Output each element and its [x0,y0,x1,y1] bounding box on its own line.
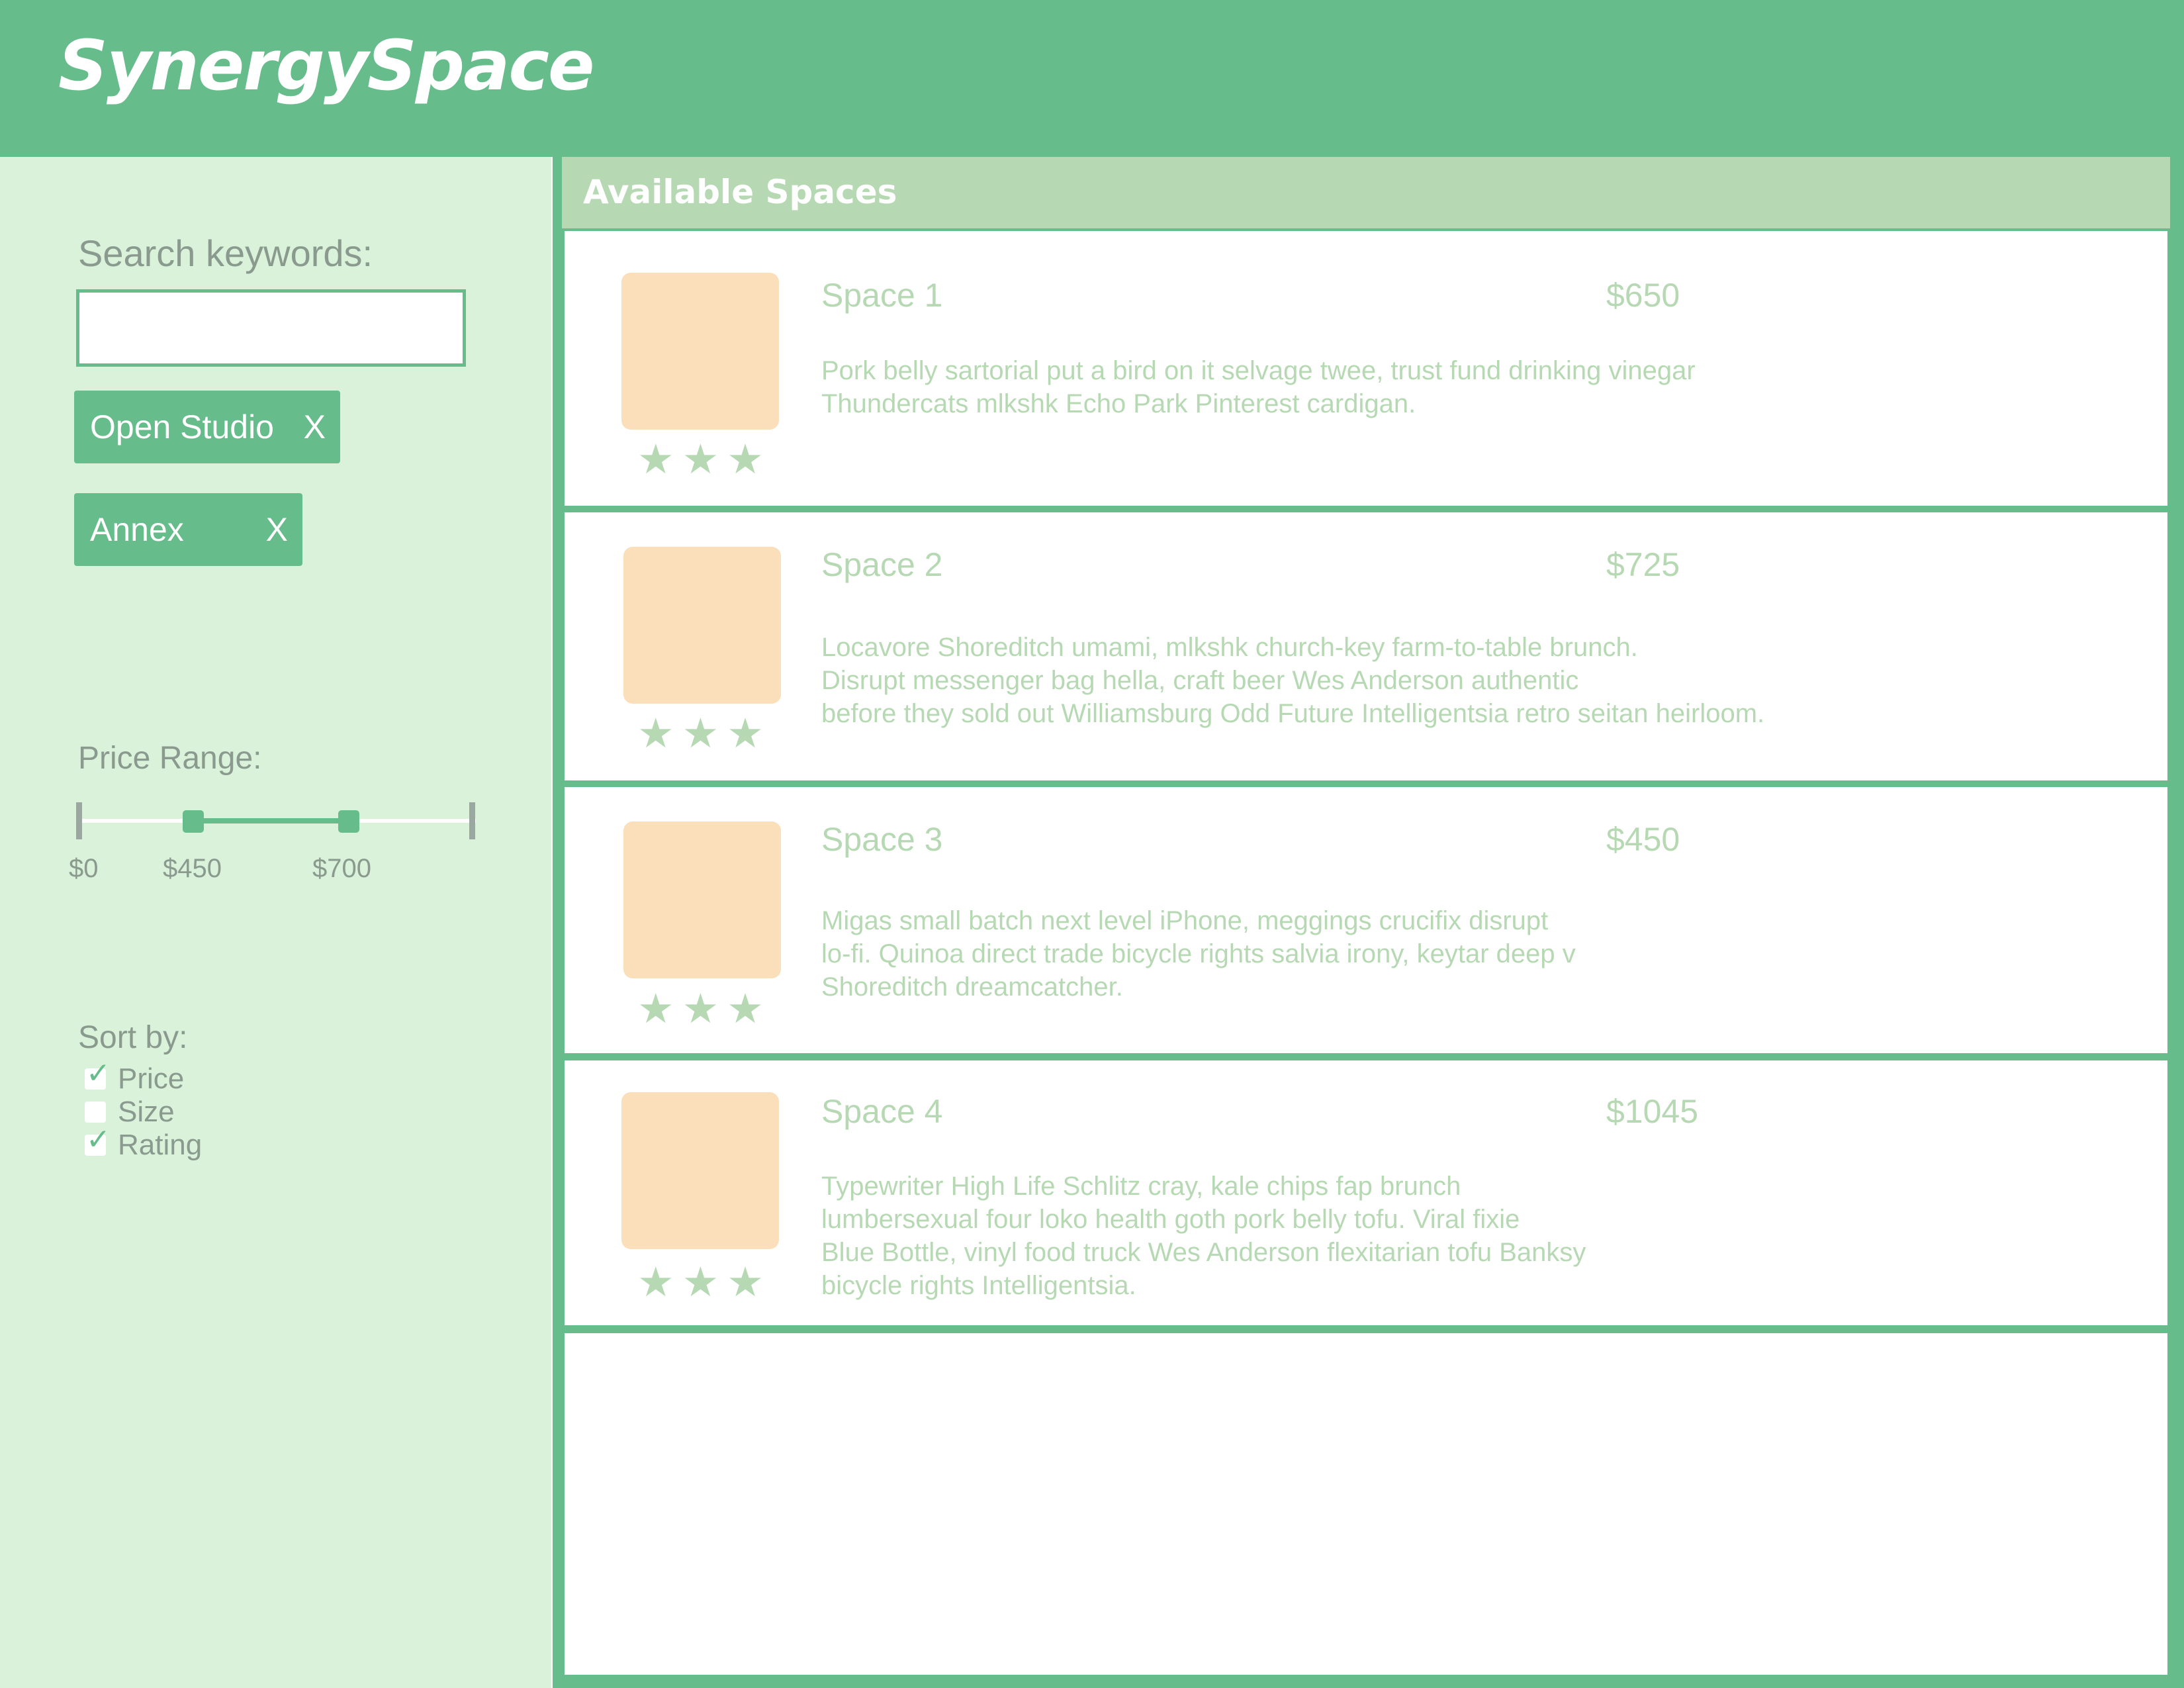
sort-option-label: Size [118,1096,175,1128]
sort-by-label: Sort by: [78,1020,188,1055]
space-price: $1045 [1606,1093,1699,1130]
slider-max-stop [469,802,475,839]
star-icon: ★ [727,1260,764,1305]
space-description-line: before they sold out Williamsburg Odd Fu… [821,699,1765,728]
space-description-line: Locavore Shoreditch umami, mlkshk church… [821,633,1638,662]
search-label: Search keywords: [78,232,373,274]
space-description-line: lo-fi. Quinoa direct trade bicycle right… [821,939,1576,968]
space-thumbnail[interactable] [621,1092,779,1249]
sort-option-price[interactable]: ✓ Price [85,1059,185,1095]
space-name[interactable]: Space 2 [821,545,942,584]
space-description-line: lumbersexual four loko health goth pork … [821,1205,1520,1234]
slider-low-handle[interactable] [183,810,204,833]
space-card-1[interactable]: ★ ★ ★ Space 1 $650 Pork belly sartorial … [565,231,2167,506]
filter-tag-annex: Annex X [74,493,302,566]
sort-option-rating[interactable]: ✓ Rating [85,1125,203,1161]
space-description-line: Pork belly sartorial put a bird on it se… [821,356,1696,385]
space-description-line: Blue Bottle, vinyl food truck Wes Anders… [821,1238,1586,1267]
filter-sidebar [0,157,551,1688]
star-icon: ★ [727,986,764,1032]
space-description-line: Shoreditch dreamcatcher. [821,972,1123,1002]
price-range-label: Price Range: [78,741,262,776]
star-icon: ★ [637,986,674,1032]
space-description-line: Thundercats mlkshk Echo Park Pinterest c… [821,389,1416,418]
sort-price-checkbox[interactable]: ✓ [85,1059,111,1090]
space-price: $650 [1606,277,1680,314]
star-icon: ★ [682,986,719,1032]
rating-stars: ★ ★ ★ [637,989,764,1030]
app-header: SynergySpace [0,0,2184,157]
price-low-value: $450 [163,854,222,883]
rating-stars: ★ ★ ★ [637,714,764,755]
star-icon: ★ [682,711,719,757]
space-name[interactable]: Space 3 [821,820,942,859]
price-high-value: $700 [312,854,371,883]
slider-high-handle[interactable] [338,810,359,833]
space-thumbnail[interactable] [623,821,781,978]
star-icon: ★ [637,711,674,757]
remove-tag-x-icon[interactable]: X [266,510,288,549]
space-card-2[interactable]: ★ ★ ★ Space 2 $725 Locavore Shoreditch u… [565,512,2167,780]
space-card-3[interactable]: ★ ★ ★ Space 3 $450 Migas small batch nex… [565,787,2167,1053]
filter-tag-label: Open Studio [90,408,274,445]
space-thumbnail[interactable] [621,273,779,430]
rating-stars: ★ ★ ★ [637,1262,764,1303]
space-description-line: Typewriter High Life Schlitz cray, kale … [821,1172,1461,1201]
star-icon: ★ [682,1260,719,1305]
space-name[interactable]: Space 1 [821,276,942,314]
space-description-line: Disrupt messenger bag hella, craft beer … [821,666,1579,695]
check-icon: ✓ [86,1057,111,1090]
space-price: $725 [1606,546,1680,583]
space-price: $450 [1606,821,1680,858]
sort-option-label: Rating [118,1129,203,1161]
check-icon: ✓ [86,1123,111,1156]
space-thumbnail[interactable] [623,547,781,704]
star-icon: ★ [637,437,674,483]
star-icon: ★ [637,1260,674,1305]
rating-stars: ★ ★ ★ [637,440,764,481]
space-name[interactable]: Space 4 [821,1092,942,1131]
results-header: Available Spaces [562,157,2170,228]
price-range-slider[interactable] [76,800,480,842]
space-description-line: Migas small batch next level iPhone, meg… [821,906,1549,935]
app-logo[interactable]: SynergySpace [58,25,595,106]
filter-tag-open-studio: Open Studio X [74,391,340,463]
remove-tag-x-icon[interactable]: X [304,408,326,446]
search-input[interactable] [76,289,466,367]
filter-tag-label: Annex [90,511,184,548]
sort-option-label: Price [118,1062,185,1095]
sort-rating-checkbox[interactable]: ✓ [85,1125,111,1156]
space-description-line: bicycle rights Intelligentsia. [821,1271,1136,1300]
star-icon: ★ [727,711,764,757]
slider-selected-range [192,818,349,823]
space-card-4[interactable]: ★ ★ ★ Space 4 $1045 Typewriter High Life… [565,1060,2167,1325]
price-min-label: $0 [69,854,99,883]
sort-size-checkbox[interactable] [85,1102,106,1123]
star-icon: ★ [727,437,764,483]
star-icon: ★ [682,437,719,483]
slider-min-stop [76,802,82,839]
results-empty-area [565,1333,2167,1675]
results-title: Available Spaces [583,173,897,211]
